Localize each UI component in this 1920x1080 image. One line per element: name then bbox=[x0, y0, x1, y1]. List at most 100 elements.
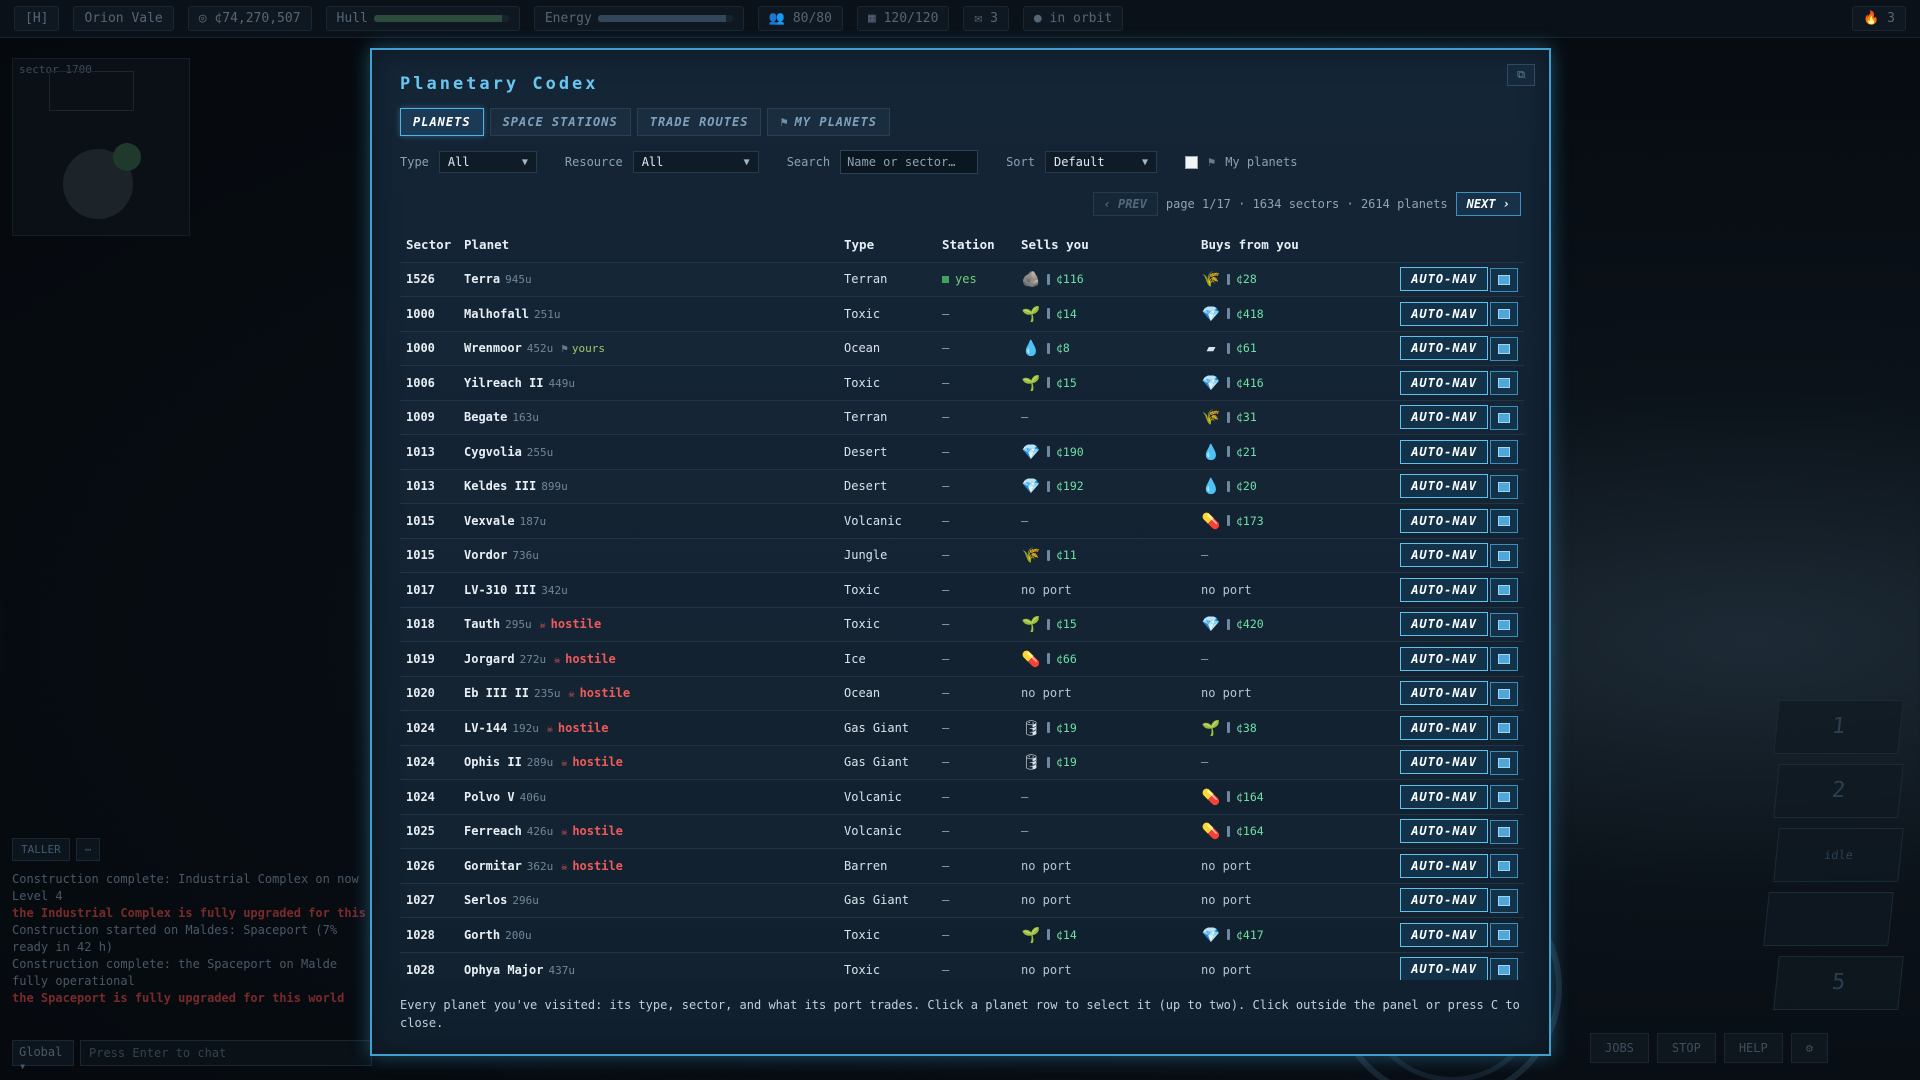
table-row[interactable]: 1024 Ophis II 289u ☠ hostile Gas Giant – 🛢 ¢19 – A… bbox=[400, 745, 1524, 780]
minimap[interactable]: sector 1700 bbox=[12, 58, 190, 236]
prev-page-button[interactable]: ‹ PREV bbox=[1092, 192, 1158, 216]
table-row[interactable]: 1000 Malhofall 251u Toxic – 🌱 ¢14 💎 ¢418 AUTO-NAV bbox=[400, 296, 1524, 332]
table-row[interactable]: 1026 Gormitar 362u ☠ hostile Barren – no port no… bbox=[400, 848, 1524, 884]
map-icon[interactable] bbox=[1490, 819, 1518, 844]
column-header-type[interactable]: Type bbox=[838, 228, 936, 262]
next-page-button[interactable]: NEXT › bbox=[1455, 192, 1521, 216]
auto-nav-button[interactable]: AUTO-NAV bbox=[1400, 922, 1488, 947]
map-icon[interactable] bbox=[1490, 612, 1518, 637]
table-row[interactable]: 1024 Polvo V 406u Volcanic – – 💊 ¢164 AUTO-NAV bbox=[400, 779, 1524, 815]
table-row[interactable]: 1013 Cygvolia 255u Desert – 💎 ¢190 💧 ¢21 AUTO-NAV bbox=[400, 434, 1524, 470]
auto-nav-button[interactable]: AUTO-NAV bbox=[1400, 784, 1488, 809]
stop-button[interactable]: STOP bbox=[1656, 1033, 1716, 1063]
auto-nav-button[interactable]: AUTO-NAV bbox=[1400, 577, 1488, 602]
auto-nav-button[interactable]: AUTO-NAV bbox=[1400, 474, 1488, 498]
column-header-sector[interactable]: Sector bbox=[400, 228, 458, 262]
map-icon[interactable] bbox=[1490, 267, 1518, 292]
settings-button[interactable]: ⚙ bbox=[1790, 1033, 1828, 1063]
map-icon[interactable] bbox=[1490, 336, 1518, 361]
chat-input[interactable]: Press Enter to chat bbox=[80, 1040, 372, 1066]
table-row[interactable]: 1028 Gorth 200u Toxic – 🌱 ¢14 💎 ¢417 AUTO-NAV bbox=[400, 917, 1524, 953]
map-icon[interactable] bbox=[1490, 302, 1518, 326]
table-row[interactable]: 1024 LV-144 192u ☠ hostile Gas Giant – 🛢 ¢19 🌱 ¢38… bbox=[400, 710, 1524, 746]
tab-planets[interactable]: PLANETS bbox=[400, 108, 484, 136]
table-row[interactable]: 1006 Yilreach II 449u Toxic – 🌱 ¢15 💎 ¢416 AUTO-N… bbox=[400, 365, 1524, 401]
table-row[interactable]: 1015 Vordor 736u Jungle – 🌾 ¢11 – AUTO-NAV bbox=[400, 538, 1524, 573]
slot-4[interactable] bbox=[1763, 892, 1894, 946]
map-icon[interactable] bbox=[1490, 543, 1518, 568]
auto-nav-button[interactable]: AUTO-NAV bbox=[1400, 267, 1488, 291]
table-row[interactable]: 1526 Terra 945u Terran yes 🪨 ¢116 🌾 ¢28 AUTO-NAV bbox=[400, 262, 1524, 297]
chat-tab-extra[interactable]: ⋯ bbox=[75, 838, 101, 861]
flag-icon: ⚑ bbox=[780, 115, 789, 129]
map-icon[interactable] bbox=[1490, 923, 1518, 947]
map-icon[interactable] bbox=[1490, 647, 1518, 671]
column-header-planet[interactable]: Planet bbox=[458, 228, 838, 262]
slot-5[interactable]: 5 bbox=[1773, 956, 1904, 1010]
alert-badge[interactable]: 🔥 3 bbox=[1852, 6, 1906, 31]
mail-count[interactable]: ✉ 3 bbox=[963, 6, 1009, 31]
table-row[interactable]: 1028 Ophya Major 437u Toxic – no port no port A… bbox=[400, 952, 1524, 980]
table-row[interactable]: 1015 Vexvale 187u Volcanic – – 💊 ¢173 AUTO-NAV bbox=[400, 503, 1524, 539]
column-header-sells[interactable]: Sells you bbox=[1015, 228, 1195, 262]
slot-1[interactable]: 1 bbox=[1773, 700, 1904, 754]
tab-trade-routes[interactable]: TRADE ROUTES bbox=[636, 108, 762, 136]
my-planets-checkbox[interactable] bbox=[1184, 155, 1198, 169]
auto-nav-button[interactable]: AUTO-NAV bbox=[1400, 646, 1488, 671]
auto-nav-button[interactable]: AUTO-NAV bbox=[1400, 750, 1488, 774]
auto-nav-button[interactable]: AUTO-NAV bbox=[1400, 853, 1488, 878]
auto-nav-button[interactable]: AUTO-NAV bbox=[1400, 301, 1488, 326]
search-input[interactable]: Name or sector… bbox=[840, 150, 979, 174]
map-icon[interactable] bbox=[1490, 440, 1518, 464]
chat-tab[interactable]: TALLER bbox=[12, 838, 70, 861]
slot-2[interactable]: 2 bbox=[1773, 764, 1904, 818]
auto-nav-button[interactable]: AUTO-NAV bbox=[1400, 543, 1488, 567]
auto-nav-button[interactable]: AUTO-NAV bbox=[1400, 957, 1488, 980]
auto-nav-button[interactable]: AUTO-NAV bbox=[1400, 681, 1488, 705]
auto-nav-button[interactable]: AUTO-NAV bbox=[1400, 336, 1488, 360]
tab-space-stations[interactable]: SPACE STATIONS bbox=[489, 108, 631, 136]
map-icon[interactable] bbox=[1490, 371, 1518, 395]
map-icon[interactable] bbox=[1490, 578, 1518, 602]
home-button[interactable]: [H] bbox=[14, 6, 60, 31]
resource-filter-select[interactable]: All ▼ bbox=[632, 151, 759, 173]
auto-nav-button[interactable]: AUTO-NAV bbox=[1400, 612, 1488, 636]
map-icon[interactable] bbox=[1490, 888, 1518, 913]
table-row[interactable]: 1018 Tauth 295u ☠ hostile Toxic – 🌱 ¢15 💎 ¢420 AUTO… bbox=[400, 607, 1524, 642]
auto-nav-button[interactable]: AUTO-NAV bbox=[1400, 819, 1488, 843]
table-row[interactable]: 1017 LV-310 III 342u Toxic – no port no port AU… bbox=[400, 572, 1524, 608]
map-icon[interactable] bbox=[1490, 716, 1518, 740]
table-row[interactable]: 1027 Serlos 296u Gas Giant – no port no port AU… bbox=[400, 883, 1524, 918]
slot-3[interactable]: idle bbox=[1773, 828, 1904, 882]
table-row[interactable]: 1025 Ferreach 426u ☠ hostile Volcanic – – 💊 ¢164 A… bbox=[400, 814, 1524, 849]
help-button[interactable]: HELP bbox=[1723, 1033, 1783, 1063]
map-icon[interactable] bbox=[1490, 750, 1518, 775]
map-icon[interactable] bbox=[1490, 854, 1518, 878]
column-header-buys[interactable]: Buys from you bbox=[1195, 228, 1375, 262]
planet-table-container[interactable]: Sector Planet Type Station Sells you Buy… bbox=[400, 228, 1524, 980]
column-header-station[interactable]: Station bbox=[936, 228, 1015, 262]
type-filter-select[interactable]: All ▼ bbox=[438, 151, 537, 173]
auto-nav-button[interactable]: AUTO-NAV bbox=[1400, 715, 1488, 740]
table-row[interactable]: 1013 Keldes III 899u Desert – 💎 ¢192 💧 ¢20 AUTO-N… bbox=[400, 469, 1524, 504]
auto-nav-button[interactable]: AUTO-NAV bbox=[1400, 370, 1488, 395]
auto-nav-button[interactable]: AUTO-NAV bbox=[1400, 888, 1488, 912]
table-row[interactable]: 1000 Wrenmoor 452u ⚑ yours Ocean – 💧 ¢8 ▰ ¢61 AUTO-… bbox=[400, 331, 1524, 366]
chat-channel-select[interactable]: Global ▾ bbox=[12, 1040, 74, 1073]
table-row[interactable]: 1009 Begate 163u Terran – – 🌾 ¢31 AUTO-NAV bbox=[400, 400, 1524, 435]
table-row[interactable]: 1019 Jorgard 272u ☠ hostile Ice – 💊 ¢66 – AUTO-NAV bbox=[400, 641, 1524, 677]
tab-my-planets[interactable]: ⚑ MY PLANETS bbox=[767, 108, 890, 136]
map-icon[interactable] bbox=[1490, 681, 1518, 706]
map-icon[interactable] bbox=[1490, 405, 1518, 430]
map-icon[interactable] bbox=[1490, 957, 1518, 980]
map-icon[interactable] bbox=[1490, 509, 1518, 533]
map-icon[interactable] bbox=[1490, 785, 1518, 809]
auto-nav-button[interactable]: AUTO-NAV bbox=[1400, 405, 1488, 429]
popout-icon[interactable]: ⧉ bbox=[1507, 64, 1535, 86]
table-row[interactable]: 1020 Eb III II 235u ☠ hostile Ocean – no port no… bbox=[400, 676, 1524, 711]
sort-select[interactable]: Default ▼ bbox=[1044, 151, 1157, 173]
map-icon[interactable] bbox=[1490, 474, 1518, 499]
auto-nav-button[interactable]: AUTO-NAV bbox=[1400, 439, 1488, 464]
jobs-button[interactable]: JOBS bbox=[1590, 1033, 1649, 1063]
auto-nav-button[interactable]: AUTO-NAV bbox=[1400, 508, 1488, 533]
